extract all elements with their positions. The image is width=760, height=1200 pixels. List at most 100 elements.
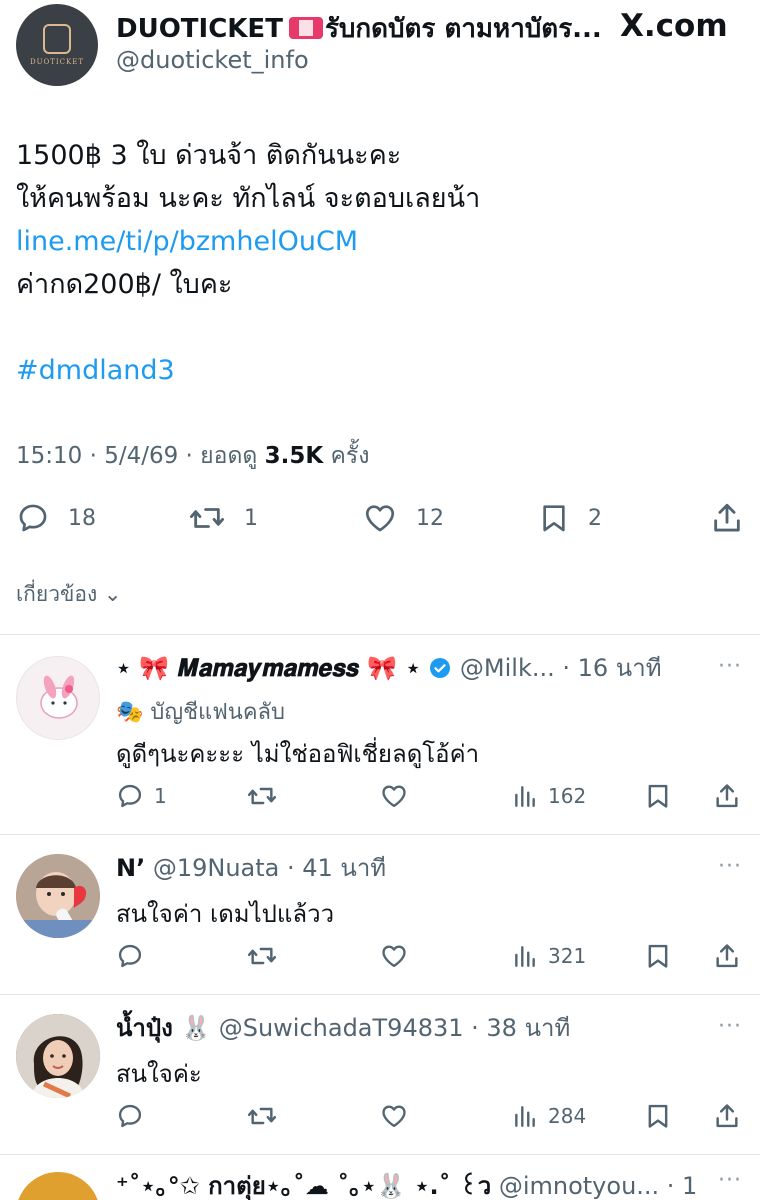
reply-avatar[interactable] bbox=[16, 854, 100, 938]
reply-share-button[interactable] bbox=[712, 938, 742, 974]
reply-text: สนใจค่ะ bbox=[116, 1060, 202, 1088]
reply-header: ⋆ 🎀 𝑴𝒂𝒎𝒂𝒚𝒎𝒂𝒎𝒆𝒔𝒔 🎀 ⋆ @Milk... · 16 นาที bbox=[116, 648, 696, 684]
reply-avatar[interactable] bbox=[16, 656, 100, 740]
reply-item[interactable]: ⋆ 🎀 𝑴𝒂𝒎𝒂𝒚𝒎𝒂𝒎𝒆𝒔𝒔 🎀 ⋆ @Milk... · 16 นาที ·… bbox=[0, 648, 760, 834]
like-count: 12 bbox=[416, 505, 444, 531]
reply-author-name[interactable]: ⋆ 🎀 𝑴𝒂𝒎𝒂𝒚𝒎𝒂𝒎𝒆𝒔𝒔 🎀 ⋆ bbox=[116, 654, 421, 682]
share-button[interactable] bbox=[710, 496, 744, 540]
reply-author-name[interactable]: น้ำปุ๋ง 🐰 bbox=[116, 1014, 211, 1042]
more-icon[interactable]: ··· bbox=[718, 1014, 742, 1039]
bookmark-icon bbox=[648, 1104, 668, 1128]
reply-text: ดูดีๆนะคะะะ ไม่ใช่ออฟิเชี่ยลดูโอ้ค่า bbox=[116, 740, 480, 768]
source-label: X.com bbox=[620, 8, 728, 44]
author-name-row[interactable]: DUOTICKET รับกดบัตร ตามหาบัตร... bbox=[116, 8, 616, 48]
views-icon bbox=[515, 1106, 535, 1127]
reply-avatar[interactable] bbox=[16, 1014, 100, 1098]
reply-reply-button[interactable]: 1 bbox=[116, 778, 167, 814]
divider bbox=[0, 994, 760, 995]
share-icon bbox=[716, 1104, 738, 1128]
reply-view-count: 284 bbox=[548, 1104, 587, 1128]
author-name[interactable]: DUOTICKET bbox=[116, 14, 283, 44]
divider bbox=[0, 834, 760, 835]
author-name-suffix[interactable]: รับกดบัตร ตามหาบัตร... bbox=[325, 14, 602, 44]
more-icon[interactable]: ··· bbox=[718, 1168, 742, 1193]
reply-bookmark-button[interactable] bbox=[644, 1098, 672, 1134]
tweet-time[interactable]: 15:10 · 5/4/69 · ยอดดู bbox=[16, 443, 257, 469]
bookmark-button[interactable]: 2 bbox=[538, 496, 602, 540]
bookmark-icon bbox=[648, 784, 668, 808]
logo-text: DUOTICKET bbox=[29, 58, 85, 66]
view-suffix: ครั้ง bbox=[330, 443, 370, 469]
reply-view-count: 162 bbox=[548, 784, 587, 808]
fan-account-text: บัญชีแฟนคลับ bbox=[150, 700, 286, 725]
reply-share-button[interactable] bbox=[712, 1098, 742, 1134]
more-icon[interactable]: ··· bbox=[718, 854, 742, 879]
reply-reply-button[interactable] bbox=[116, 1098, 144, 1134]
like-button[interactable]: 12 bbox=[362, 496, 444, 540]
melody-avatar-icon bbox=[40, 675, 78, 719]
reply-icon bbox=[118, 944, 142, 968]
tweet-line-1: 1500฿ 3 ใบ ด่วนจ้า ติดกันนะคะ bbox=[16, 140, 402, 171]
chevron-down-icon: ⌄ bbox=[103, 582, 122, 606]
reply-repost-button[interactable] bbox=[246, 938, 278, 974]
reply-reply-button[interactable] bbox=[116, 938, 144, 974]
ticket-logo-icon bbox=[43, 24, 71, 54]
reply-avatar[interactable] bbox=[16, 1172, 100, 1200]
reply-header: N’ @19Nuata · 41 นาที bbox=[116, 848, 696, 884]
bookmark-count: 2 bbox=[588, 505, 602, 531]
share-icon bbox=[716, 944, 738, 968]
reply-text: สนใจค่า เดมไปแล้วว bbox=[116, 900, 335, 928]
price-line: ค่ากด200฿/ ใบคะ bbox=[16, 269, 233, 300]
verified-badge-icon bbox=[430, 658, 451, 678]
more-icon[interactable]: ··· bbox=[718, 654, 742, 679]
related-toggle[interactable]: เกี่ยวข้อง ⌄ bbox=[16, 578, 122, 611]
reply-bookmark-button[interactable] bbox=[644, 938, 672, 974]
child-photo-icon bbox=[16, 854, 100, 938]
reply-handle[interactable]: @imnotyou... · 10 นาที bbox=[499, 1172, 696, 1200]
heart-icon bbox=[382, 1105, 406, 1128]
share-icon bbox=[714, 503, 740, 532]
reply-icon bbox=[19, 504, 47, 532]
repost-count: 1 bbox=[244, 505, 258, 531]
hashtag-link[interactable]: #dmdland3 bbox=[16, 349, 746, 392]
reply-views-button[interactable]: 321 bbox=[512, 938, 586, 974]
reply-share-button[interactable] bbox=[712, 778, 742, 814]
reply-handle[interactable]: @Milk... · 16 นาที bbox=[460, 654, 662, 682]
reply-bookmark-button[interactable] bbox=[644, 778, 672, 814]
repost-icon bbox=[247, 1107, 277, 1125]
reply-count: 18 bbox=[68, 505, 96, 531]
related-label: เกี่ยวข้อง bbox=[16, 582, 98, 606]
author-avatar[interactable]: DUOTICKET bbox=[16, 4, 98, 86]
reply-repost-button[interactable] bbox=[246, 1098, 278, 1134]
reply-like-button[interactable] bbox=[379, 778, 409, 814]
reply-like-button[interactable] bbox=[379, 938, 409, 974]
reply-author-name[interactable]: N’ bbox=[116, 854, 145, 882]
reply-repost-button[interactable] bbox=[246, 778, 278, 814]
repost-icon bbox=[247, 947, 277, 965]
reply-view-count: 321 bbox=[548, 944, 587, 968]
source-watermark: X.com bbox=[620, 8, 728, 44]
reply-item[interactable]: N’ @19Nuata · 41 นาที ··· สนใจค่า เดมไปแ… bbox=[0, 848, 760, 994]
author-handle[interactable]: @duoticket_info bbox=[116, 46, 309, 74]
divider bbox=[0, 1154, 760, 1155]
line-link[interactable]: line.me/ti/p/bzmhelOuCM bbox=[16, 220, 746, 263]
reply-like-button[interactable] bbox=[379, 1098, 409, 1134]
reply-views-button[interactable]: 284 bbox=[512, 1098, 586, 1134]
reply-author-name[interactable]: ⁺˚⋆｡°✩ กาตุ่ย⋆｡˚☁︎ ˚｡⋆🐰 ⋆.˚ ꒰ว bbox=[116, 1172, 491, 1200]
heart-icon bbox=[382, 945, 406, 968]
woman-photo-icon bbox=[16, 1014, 100, 1098]
reply-item[interactable]: ⁺˚⋆｡°✩ กาตุ่ย⋆｡˚☁︎ ˚｡⋆🐰 ⋆.˚ ꒰ว @imnotyou… bbox=[0, 1166, 760, 1200]
divider bbox=[0, 634, 760, 635]
bookmark-icon bbox=[648, 944, 668, 968]
reply-handle[interactable]: @SuwichadaT94831 · 38 นาที bbox=[219, 1014, 571, 1042]
share-icon bbox=[716, 784, 738, 808]
mask-icon: 🎭 bbox=[116, 700, 144, 725]
repost-icon bbox=[190, 508, 224, 528]
reply-item[interactable]: น้ำปุ๋ง 🐰 @SuwichadaT94831 · 38 นาที ···… bbox=[0, 1008, 760, 1154]
reply-button[interactable]: 18 bbox=[16, 496, 96, 540]
reply-views-button[interactable]: 162 bbox=[512, 778, 586, 814]
repost-button[interactable]: 1 bbox=[188, 496, 258, 540]
views-icon bbox=[515, 786, 535, 807]
reply-handle[interactable]: @19Nuata · 41 นาที bbox=[153, 854, 386, 882]
